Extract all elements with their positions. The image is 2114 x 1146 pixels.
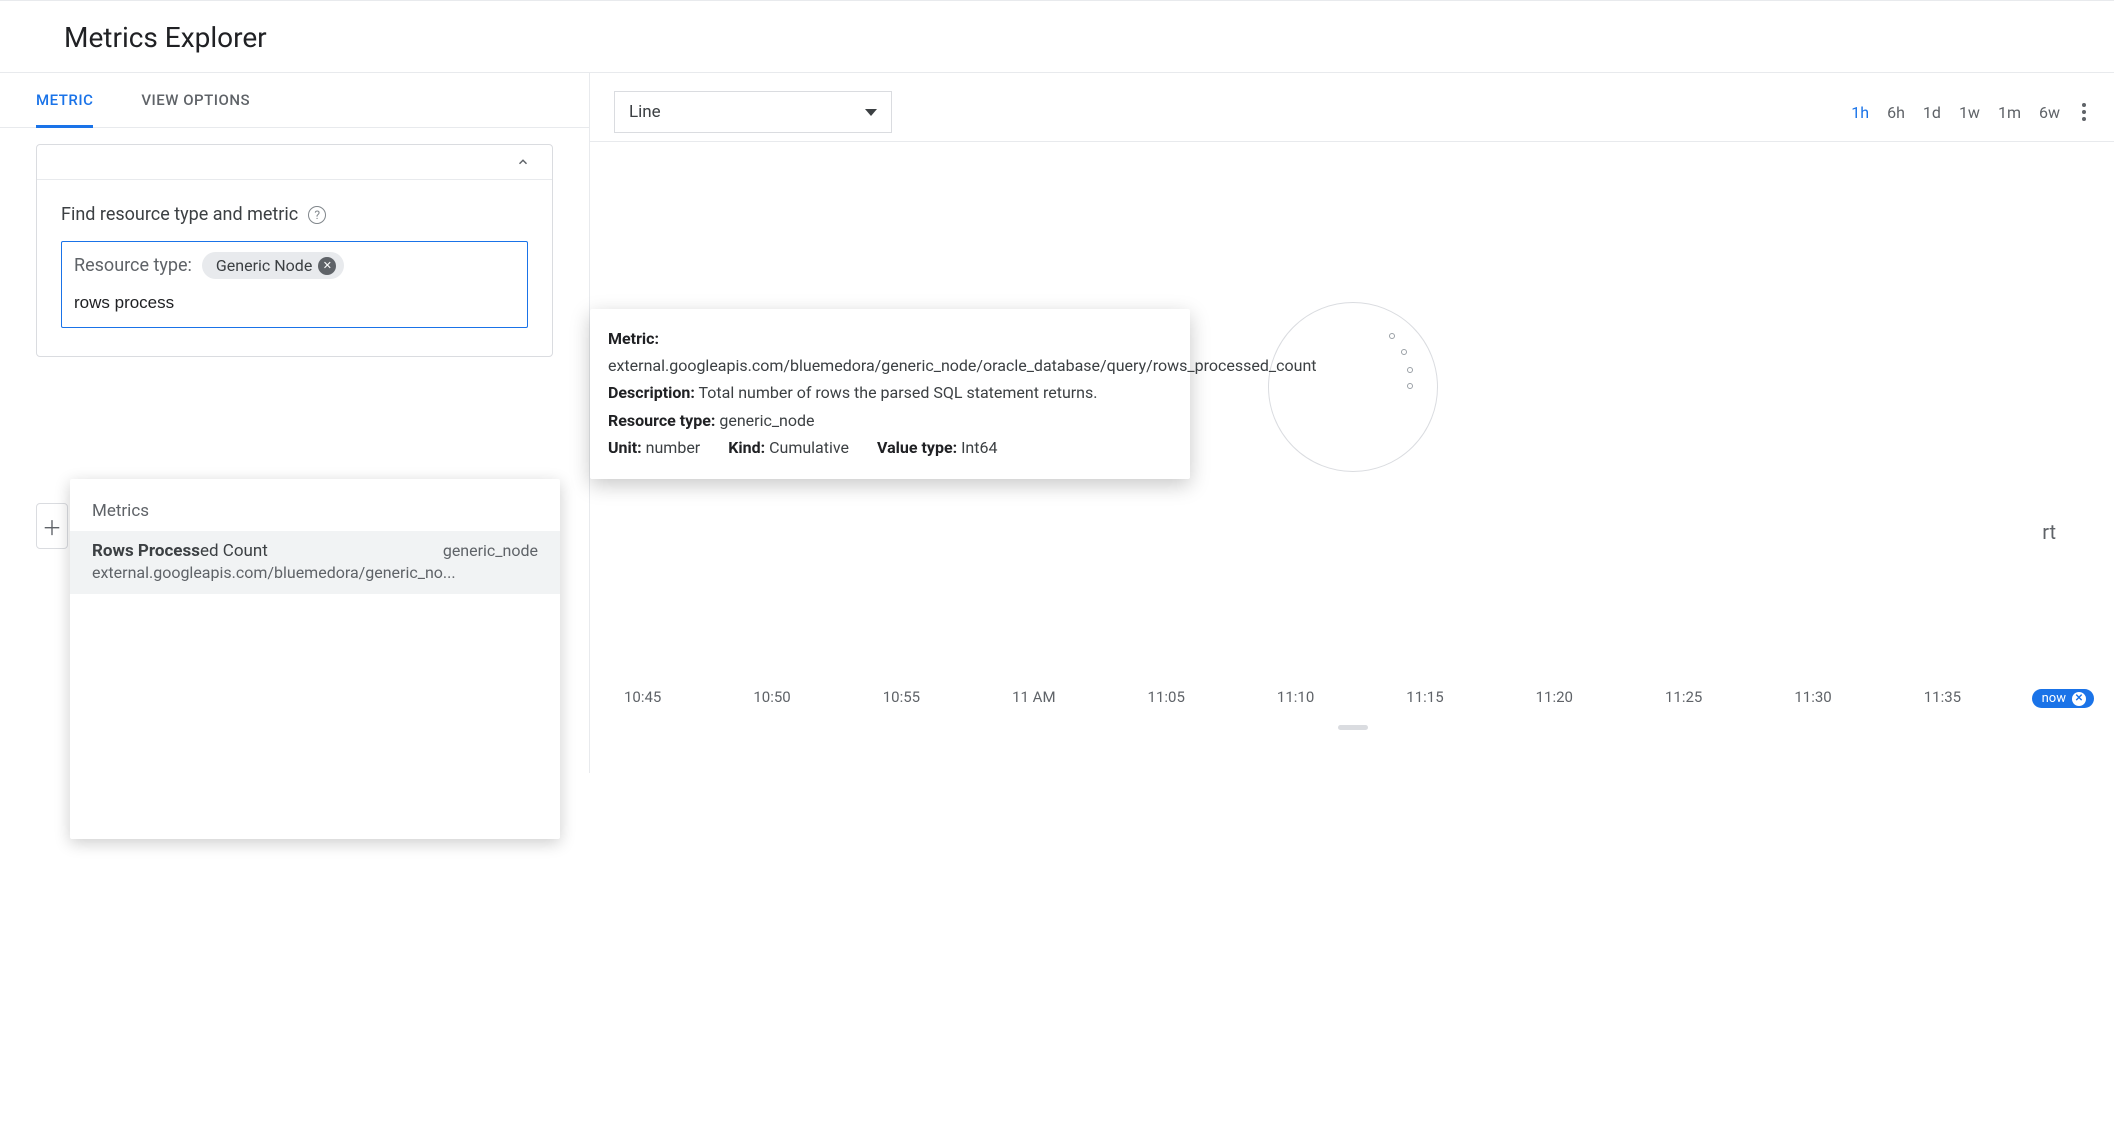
x-tick: 10:55 bbox=[883, 688, 920, 706]
add-metric-button[interactable]: ＋ bbox=[36, 503, 68, 549]
dropdown-item-subtitle: external.googleapis.com/bluemedora/gener… bbox=[92, 563, 538, 582]
x-tick: 11:20 bbox=[1536, 688, 1573, 706]
metric-card: Find resource type and metric ? Resource… bbox=[36, 144, 553, 357]
time-range-1h[interactable]: 1h bbox=[1851, 103, 1869, 122]
tab-metric[interactable]: METRIC bbox=[36, 73, 93, 128]
time-range-1d[interactable]: 1d bbox=[1923, 103, 1941, 122]
time-range-6w[interactable]: 6w bbox=[2039, 103, 2060, 122]
time-now-pill[interactable]: now ✕ bbox=[2032, 689, 2094, 708]
chart-panel: Line 1h 6h 1d 1w 1m 6w bbox=[590, 73, 2114, 762]
tooltip-metric-value: external.googleapis.com/bluemedora/gener… bbox=[608, 356, 1317, 375]
plus-icon: ＋ bbox=[42, 512, 62, 541]
metric-search-box[interactable]: Resource type: Generic Node ✕ bbox=[61, 241, 528, 328]
x-tick: 11:25 bbox=[1665, 688, 1702, 706]
close-icon[interactable]: ✕ bbox=[318, 257, 336, 275]
page-title: Metrics Explorer bbox=[64, 21, 2086, 54]
dropdown-item-resource: generic_node bbox=[443, 541, 538, 560]
more-options-button[interactable] bbox=[2078, 99, 2090, 125]
tooltip-unit-label: Unit: bbox=[608, 438, 642, 457]
resource-type-chip-text: Generic Node bbox=[216, 256, 312, 275]
help-icon[interactable]: ? bbox=[308, 206, 326, 224]
x-tick: 11:15 bbox=[1406, 688, 1443, 706]
tooltip-kind-value: Cumulative bbox=[769, 438, 849, 457]
metric-detail-tooltip: Metric: external.googleapis.com/bluemedo… bbox=[590, 309, 1190, 479]
time-range-1m[interactable]: 1m bbox=[1998, 103, 2021, 122]
tooltip-value-type-label: Value type: bbox=[877, 438, 957, 457]
x-tick: 11:35 bbox=[1924, 688, 1961, 706]
title-bar: Metrics Explorer bbox=[0, 1, 2114, 73]
x-tick: 11:10 bbox=[1277, 688, 1314, 706]
x-tick: 11:05 bbox=[1148, 688, 1185, 706]
chart-placeholder-icon bbox=[1268, 302, 1438, 472]
x-tick: 11 AM bbox=[1012, 688, 1055, 706]
tooltip-resource-type-value: generic_node bbox=[719, 411, 814, 430]
find-metric-label: Find resource type and metric bbox=[61, 204, 298, 225]
chart-x-axis: 10:45 10:50 10:55 11 AM 11:05 11:10 11:1… bbox=[624, 688, 2082, 706]
caret-down-icon bbox=[865, 109, 877, 116]
chart-type-value: Line bbox=[629, 102, 661, 122]
dropdown-item-rows-processed[interactable]: Rows Processed Count generic_node extern… bbox=[70, 531, 560, 594]
time-range-6h[interactable]: 6h bbox=[1887, 103, 1905, 122]
tooltip-metric-label: Metric: bbox=[608, 329, 659, 348]
metric-search-input[interactable] bbox=[74, 291, 515, 315]
tooltip-description-label: Description: bbox=[608, 383, 695, 402]
dropdown-item-title: Rows Processed Count bbox=[92, 541, 268, 561]
chevron-up-icon[interactable] bbox=[514, 153, 532, 171]
resource-type-label: Resource type: bbox=[74, 255, 192, 276]
tooltip-unit-value: number bbox=[646, 438, 701, 457]
x-tick: 10:45 bbox=[624, 688, 661, 706]
x-tick: 10:50 bbox=[753, 688, 790, 706]
time-range-1w[interactable]: 1w bbox=[1959, 103, 1980, 122]
left-panel: METRIC VIEW OPTIONS Find resource type a… bbox=[0, 73, 590, 773]
dropdown-section-heading: Metrics bbox=[70, 493, 560, 531]
tooltip-resource-type-label: Resource type: bbox=[608, 411, 715, 430]
x-tick: 11:30 bbox=[1794, 688, 1831, 706]
metric-autocomplete-dropdown: Metrics Rows Processed Count generic_nod… bbox=[70, 479, 560, 839]
tooltip-value-type-value: Int64 bbox=[961, 438, 997, 457]
tab-view-options[interactable]: VIEW OPTIONS bbox=[141, 73, 250, 128]
chart-placeholder-text-fragment: rt bbox=[2042, 520, 2056, 544]
tooltip-description-value: Total number of rows the parsed SQL stat… bbox=[699, 383, 1098, 402]
now-label: now bbox=[2042, 691, 2066, 706]
tabs: METRIC VIEW OPTIONS bbox=[0, 73, 589, 128]
resize-handle[interactable] bbox=[1338, 725, 1368, 730]
chart-type-select[interactable]: Line bbox=[614, 91, 892, 133]
resource-type-chip[interactable]: Generic Node ✕ bbox=[202, 252, 344, 279]
close-icon[interactable]: ✕ bbox=[2072, 692, 2086, 706]
tooltip-kind-label: Kind: bbox=[728, 438, 765, 457]
